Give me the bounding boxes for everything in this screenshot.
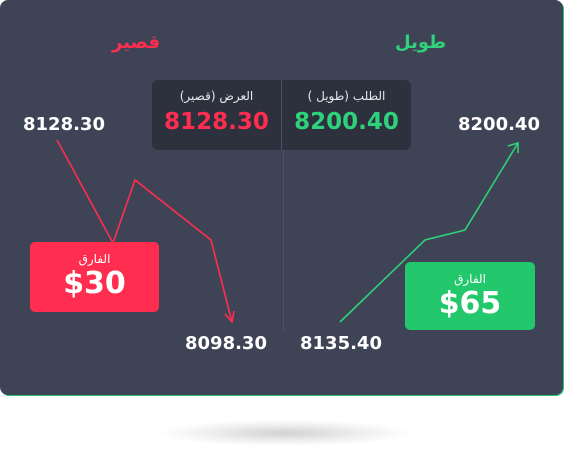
- long-start-price: 8135.40: [300, 333, 382, 354]
- bid-column: العرض (قصير) 8128.30: [152, 80, 281, 150]
- card-shadow: [160, 420, 410, 446]
- long-spread-value: $65: [438, 286, 502, 321]
- price-lines: [56, 139, 519, 324]
- bid-value: 8128.30: [164, 109, 269, 135]
- short-spread-value: $30: [63, 266, 126, 301]
- long-spread-badge: الفارق $65: [405, 262, 535, 330]
- quote-panel: العرض (قصير) 8128.30 الطلب (طويل ) 8200.…: [152, 80, 411, 150]
- short-end-price: 8098.30: [185, 333, 267, 354]
- ask-column: الطلب (طويل ) 8200.40: [282, 80, 411, 150]
- ask-label: الطلب (طويل ): [307, 89, 386, 103]
- long-end-price: 8200.40: [458, 114, 540, 135]
- ask-value: 8200.40: [294, 109, 399, 135]
- short-spread-badge: الفارق $30: [30, 242, 159, 312]
- short-spread-label: الفارق: [78, 252, 111, 266]
- bid-label: العرض (قصير): [179, 89, 254, 103]
- trading-card: قصير طويل العرض (قصير) 8128.30 الطلب (طو…: [0, 0, 563, 395]
- long-spread-label: الفارق: [454, 272, 486, 286]
- short-start-price: 8128.30: [23, 114, 105, 135]
